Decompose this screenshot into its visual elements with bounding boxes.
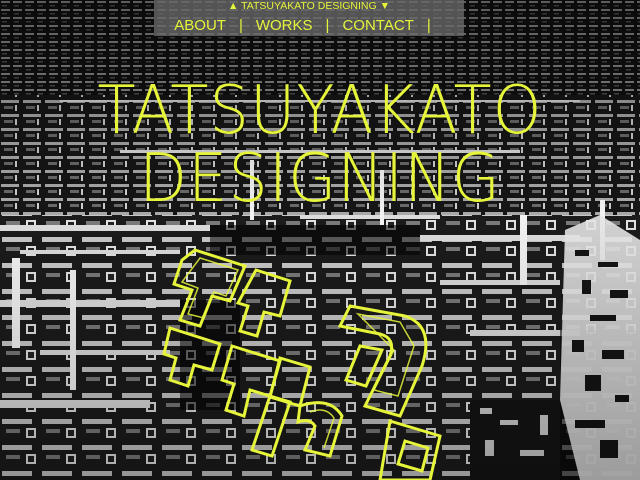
hero-title: TATSUYAKATO DESIGNING [0, 76, 640, 212]
outlined-tkd-logo-icon [162, 248, 442, 480]
nav-link-works[interactable]: WORKS [256, 17, 313, 34]
site-label: ▲ TATSUYAKATO DESIGNING ▼ [228, 0, 390, 12]
nav-separator: | [426, 16, 431, 34]
nav-separator: | [325, 16, 330, 34]
main-nav: ABOUT | WORKS | CONTACT | [154, 14, 464, 36]
top-navigation-bar: ▲ TATSUYAKATO DESIGNING ▼ ABOUT | WORKS … [154, 0, 464, 36]
nav-separator: | [238, 16, 243, 34]
nav-link-about[interactable]: ABOUT [174, 17, 226, 34]
page: ▲ TATSUYAKATO DESIGNING ▼ ABOUT | WORKS … [0, 0, 640, 480]
hero-title-line-1: TATSUYAKATO [97, 71, 543, 149]
nav-link-contact[interactable]: CONTACT [342, 17, 413, 34]
hero-title-line-2: DESIGNING [139, 139, 501, 217]
